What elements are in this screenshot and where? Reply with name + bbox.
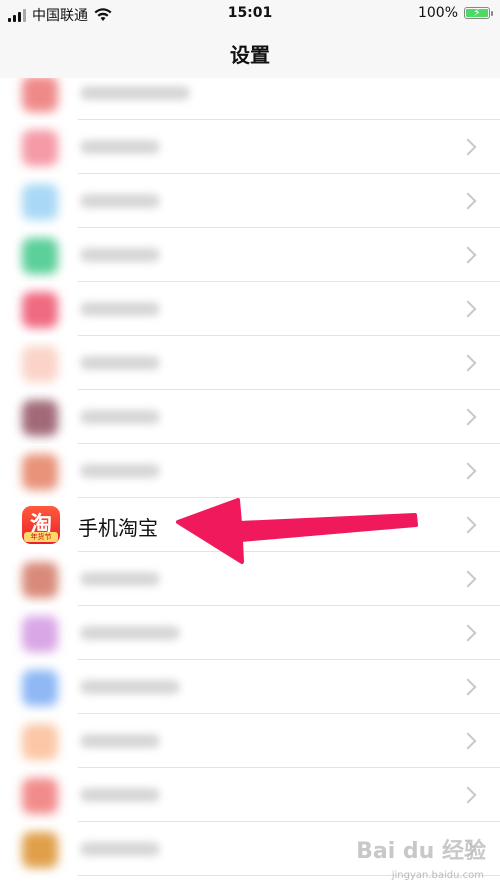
blurred-label: [80, 464, 160, 478]
chevron-right-icon: [459, 516, 477, 534]
app-icon: [22, 832, 58, 868]
blurred-label: [80, 356, 160, 370]
app-icon: [22, 454, 58, 490]
chevron-right-icon: [459, 678, 477, 696]
blurred-label: [80, 680, 180, 694]
chevron-right-icon: [459, 570, 477, 588]
app-icon: [22, 670, 58, 706]
taobao-label: 手机淘宝: [78, 516, 158, 540]
app-icon: [22, 724, 58, 760]
blurred-label: [80, 842, 160, 856]
chevron-right-icon: [459, 786, 477, 804]
watermark-sub: jingyan.baidu.com: [391, 870, 484, 881]
app-icon: [22, 184, 58, 220]
watermark: Bai du 经验: [356, 839, 486, 864]
chevron-right-icon: [459, 408, 477, 426]
blurred-label: [80, 194, 160, 208]
blurred-label: [80, 302, 160, 316]
nav-bar: 设置: [0, 28, 500, 79]
list-item[interactable]: [0, 660, 500, 714]
battery-percent: 100%: [417, 5, 458, 21]
status-right: 100% ⚡: [417, 5, 493, 21]
list-item[interactable]: [0, 282, 500, 336]
app-icon: [22, 616, 58, 652]
list-item[interactable]: [0, 336, 500, 390]
app-icon: [22, 562, 58, 598]
list-item[interactable]: [0, 78, 500, 120]
list-item[interactable]: [0, 390, 500, 444]
blurred-label: [80, 410, 160, 424]
app-icon: [22, 400, 58, 436]
battery-icon: ⚡: [464, 6, 493, 19]
page-title: 设置: [230, 42, 270, 67]
chevron-right-icon: [459, 732, 477, 750]
annotation-arrow-icon: [176, 498, 418, 564]
chevron-right-icon: [459, 300, 477, 318]
blurred-label: [80, 86, 190, 100]
blurred-label: [80, 626, 180, 640]
app-icon: [22, 778, 58, 814]
list-item[interactable]: [0, 714, 500, 768]
chevron-right-icon: [459, 624, 477, 642]
list-item[interactable]: [0, 174, 500, 228]
chevron-right-icon: [459, 138, 477, 156]
status-bar: 中国联通 15:01 100% ⚡: [0, 0, 500, 28]
chevron-right-icon: [459, 462, 477, 480]
blurred-label: [80, 248, 160, 262]
taobao-app-icon: 淘 年货节: [22, 506, 60, 544]
app-icon: [22, 346, 58, 382]
blurred-label: [80, 572, 160, 586]
list-item[interactable]: [0, 768, 500, 822]
blurred-label: [80, 788, 160, 802]
list-item[interactable]: [0, 120, 500, 174]
app-icon: [22, 292, 58, 328]
blurred-label: [80, 140, 160, 154]
blurred-label: [80, 734, 160, 748]
chevron-right-icon: [459, 246, 477, 264]
app-icon: [22, 78, 58, 112]
chevron-right-icon: [459, 354, 477, 372]
app-icon: [22, 130, 58, 166]
app-icon: [22, 238, 58, 274]
list-item[interactable]: [0, 228, 500, 282]
list-item[interactable]: [0, 606, 500, 660]
chevron-right-icon: [459, 192, 477, 210]
